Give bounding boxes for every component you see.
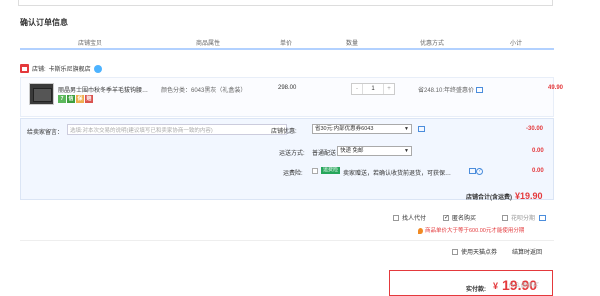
installment-checkbox[interactable] [502, 215, 508, 222]
store-coupon-amount: -30.00 [526, 126, 544, 132]
previous-section-box [18, 0, 553, 6]
quantity-decrease-button[interactable]: - [352, 84, 362, 94]
insurance-label: 运费险: [283, 171, 303, 177]
payable-label: 实付款: [466, 287, 486, 293]
store-coupon-value: 省30元:内部优惠券6043 [315, 126, 374, 132]
discount-info: 省248.10:年终盛惠价 [418, 85, 484, 94]
pay-for-me-checkbox[interactable] [393, 215, 399, 222]
help-icon[interactable]: ? [476, 168, 483, 175]
header-subtotal: 小计 [510, 41, 523, 47]
compensation-badge[interactable]: 赔 [85, 95, 93, 103]
table-header: 店铺宝贝 商品属性 单价 数量 优惠方式 小计 [20, 36, 554, 50]
pay-for-me-label: 找人代付 [402, 216, 427, 222]
shipping-value: 快递 免邮 [340, 148, 364, 154]
product-attributes: 颜色分类：6043黑灰（礼盒装） [161, 88, 247, 94]
service-badges: 7 信 保 赔 [58, 95, 93, 103]
header-discount: 优惠方式 [420, 41, 445, 47]
discount-text: 省248.10:年终盛惠价 [418, 88, 475, 94]
shop-name-link[interactable]: 卡斯乐尼旗舰店 [49, 64, 91, 73]
shop-prefix: 店铺: [32, 67, 46, 73]
seven-day-return-badge[interactable]: 7 [58, 95, 66, 103]
store-points-checkbox[interactable] [452, 249, 458, 256]
discount-detail-icon[interactable] [476, 87, 484, 94]
chevron-down-icon: ▼ [404, 148, 409, 154]
header-price: 单价 [280, 41, 293, 47]
insurance-detail-icon[interactable] [469, 168, 476, 174]
chat-icon[interactable] [93, 64, 102, 73]
insurance-amount: 0.00 [532, 168, 544, 174]
coupon-info-icon[interactable] [418, 126, 425, 132]
store-points-label: 使用天猫点券 [461, 250, 498, 256]
store-points-option[interactable]: 使用天猫点券 [452, 247, 497, 256]
anonymous-option[interactable]: 匿名购买 [443, 213, 476, 222]
insurance-checkbox[interactable] [312, 168, 318, 174]
store-icon [20, 64, 29, 73]
location-pin-icon [418, 227, 423, 234]
installment-info-icon[interactable] [538, 215, 546, 222]
order-options-panel: 给卖家留言： 选填:对本次交易的说明(建议填写已和卖家协商一致的内容) 店铺优惠… [20, 118, 554, 200]
divider [20, 240, 554, 241]
store-coupon-select[interactable]: 省30元:内部优惠券6043 ▼ [312, 124, 412, 134]
header-quantity: 数量 [346, 41, 359, 47]
shipping-method: 普通配送 [312, 151, 337, 157]
header-shop-item: 店铺宝贝 [78, 41, 103, 47]
installment-label: 花呗分期 [511, 216, 536, 222]
quantity-stepper: - 1 + [351, 83, 395, 95]
order-item-row: 丽晶男士围巾秋冬季羊毛拔钩腰… 7 信 保 赔 颜色分类：6043黑灰（礼盒装）… [20, 77, 563, 117]
product-title-link[interactable]: 丽晶男士围巾秋冬季羊毛拔钩腰… [58, 85, 150, 93]
chevron-down-icon: ▼ [404, 126, 409, 132]
shipping-select[interactable]: 快递 免邮 ▼ [337, 146, 412, 156]
watermark: 什么值得买 [508, 283, 539, 289]
shop-total-amount: 19.90 [520, 191, 543, 201]
unit-price: 298.00 [278, 85, 297, 91]
shop-total-label: 店铺合计(含运费) [466, 195, 512, 201]
installment-note: 商品单价大于等于600.00元才能使用分期 [418, 226, 524, 234]
item-subtotal: 49.90 [548, 85, 564, 91]
product-thumbnail[interactable] [29, 83, 54, 105]
payable-currency: ¥ [493, 281, 499, 291]
shop-row: 店铺: 卡斯乐尼旗舰店 [20, 64, 102, 73]
guarantee-badge[interactable]: 保 [76, 95, 84, 103]
shipping-amount: 0.00 [532, 148, 544, 154]
message-label: 给卖家留言： [27, 130, 64, 136]
pay-for-me-option[interactable]: 找人代付 [393, 213, 426, 222]
installment-note-text: 商品单价大于等于600.00元才能使用分期 [425, 228, 525, 234]
page-title: 确认订单信息 [20, 18, 68, 27]
anonymous-checkbox[interactable] [443, 214, 449, 222]
header-attributes: 商品属性 [196, 41, 221, 47]
installment-option[interactable]: 花呗分期 [502, 213, 546, 222]
return-to-cart-link[interactable]: 结算时返回 [512, 247, 542, 256]
quantity-increase-button[interactable]: + [384, 84, 394, 94]
credit-badge[interactable]: 信 [67, 95, 75, 103]
insurance-badge: 运费险 [321, 167, 341, 174]
shipping-label: 运送方式: [279, 151, 305, 157]
anonymous-label: 匿名购买 [452, 216, 477, 222]
insurance-text: 卖家赠送，若确认收货前退货，可获保… [343, 171, 452, 177]
quantity-input[interactable]: 1 [362, 84, 384, 94]
shop-total: 店铺合计(含运费) ¥19.90 [466, 191, 543, 201]
seller-message-input[interactable]: 选填:对本次交易的说明(建议填写已和卖家协商一致的内容) [67, 124, 287, 135]
store-coupon-label: 店铺优惠: [271, 129, 297, 135]
